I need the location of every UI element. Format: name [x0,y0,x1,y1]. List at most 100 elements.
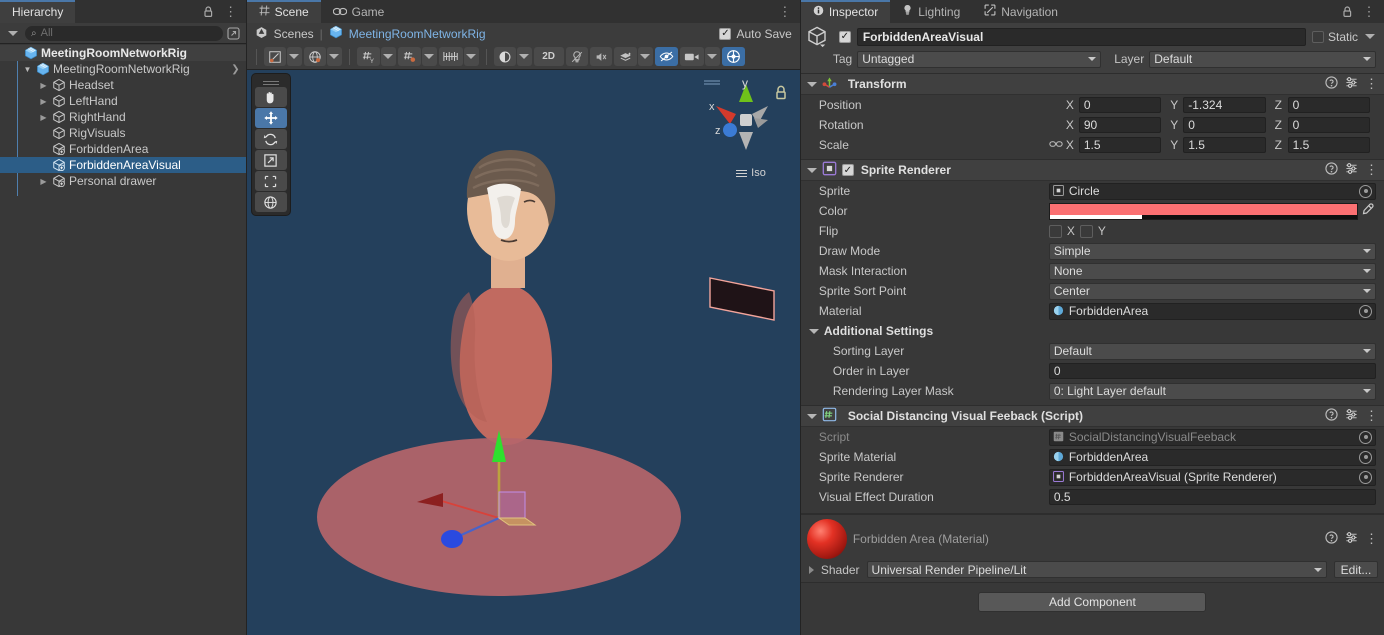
layer-dropdown[interactable]: Default [1149,50,1376,68]
gameobject-name-field[interactable]: ForbiddenAreaVisual [856,27,1306,46]
subsection-additional-settings[interactable]: Additional Settings [801,321,1384,341]
hierarchy-root-row[interactable]: MeetingRoomNetworkRig [0,45,246,61]
hierarchy-item-rigvisuals[interactable]: RigVisuals [0,125,246,141]
gizmo-projection-toggle[interactable]: Iso [736,167,766,179]
tab-hierarchy[interactable]: Hierarchy [0,0,76,23]
snap-increment-dropdown-arrow[interactable] [463,47,479,66]
draw-mode-dropdown[interactable]: Simple [1048,242,1376,260]
gizmos-icon[interactable] [721,47,745,66]
handle-global-icon[interactable] [303,47,326,66]
foldout-icon[interactable]: ▼ [22,65,33,74]
object-picker-icon[interactable] [1359,184,1372,198]
hierarchy-item-personal-drawer[interactable]: ▶ Personal drawer [0,173,246,189]
preset-icon[interactable] [1345,76,1358,92]
tab-game[interactable]: Game [321,0,397,23]
visual-effect-duration-field[interactable]: 0.5 [1048,489,1376,505]
grid-axis-icon[interactable]: Y [356,47,380,66]
scale-x-field[interactable]: 1.5 [1078,137,1162,153]
tab-lighting[interactable]: Lighting [890,0,972,23]
grid-snap-icon[interactable] [397,47,421,66]
position-y-field[interactable]: -1.324 [1183,97,1266,113]
hierarchy-item-forbiddenarea[interactable]: ForbiddenArea [0,141,246,157]
help-icon[interactable] [1325,531,1338,547]
position-z-field[interactable]: 0 [1287,97,1371,113]
auto-save-checkbox[interactable]: ✓ [719,27,732,40]
sorting-layer-dropdown[interactable]: Default [1048,342,1376,360]
auto-save-toggle[interactable]: ✓ Auto Save [719,27,792,41]
help-icon[interactable] [1325,162,1338,178]
add-component-button[interactable]: Add Component [978,591,1207,612]
hierarchy-item-forbiddenareavisual[interactable]: ForbiddenAreaVisual [0,157,246,173]
scene-orientation-gizmo[interactable]: y x z Iso [700,76,792,181]
tab-inspector[interactable]: Inspector [800,0,891,23]
flip-y-checkbox[interactable] [1079,224,1093,238]
gameobject-enabled-checkbox[interactable]: ✓ [838,30,851,43]
material-foldout-icon[interactable] [808,565,814,574]
foldout-icon[interactable] [808,328,819,334]
preset-icon[interactable] [1345,162,1358,178]
hierarchy-filter-caret-icon[interactable] [8,30,18,36]
static-toggle[interactable]: ✓ Static [1311,30,1378,44]
lock-icon[interactable] [202,5,216,19]
color-swatch-field[interactable] [1048,202,1358,220]
help-icon[interactable] [1325,76,1338,92]
breadcrumb-scene-name[interactable]: MeetingRoomNetworkRig [349,27,486,41]
rendering-layer-mask-dropdown[interactable]: 0: Light Layer default [1048,382,1376,400]
grid-snap-dropdown-arrow[interactable] [421,47,437,66]
foldout-icon[interactable]: ▶ [38,81,49,90]
foldout-icon[interactable]: ▶ [38,177,49,186]
shading-mode-dropdown-arrow[interactable] [516,47,532,66]
toggle-2d-button[interactable]: 2D [533,47,564,66]
snap-increment-icon[interactable] [438,47,463,66]
sprite-sort-point-dropdown[interactable]: Center [1048,282,1376,300]
audio-icon[interactable] [589,47,612,66]
hierarchy-item-righthand[interactable]: ▶ RightHand [0,109,246,125]
lock-icon[interactable] [1340,5,1354,19]
scale-y-field[interactable]: 1.5 [1183,137,1266,153]
foldout-icon[interactable] [806,167,817,173]
grid-axis-dropdown-arrow[interactable] [380,47,396,66]
tab-navigation[interactable]: Navigation [972,0,1070,23]
eyedropper-icon[interactable] [1358,203,1376,219]
scale-link-icon[interactable] [1049,139,1063,152]
tab-scene[interactable]: Scene [246,0,321,23]
sprite-renderer-object-field[interactable]: ForbiddenAreaVisual (Sprite Renderer) [1048,468,1376,486]
rotation-z-field[interactable]: 0 [1287,117,1371,133]
hierarchy-item-headset[interactable]: ▶ Headset [0,77,246,93]
component-menu-icon[interactable]: ⋮ [1365,409,1378,422]
position-x-field[interactable]: 0 [1078,97,1162,113]
material-object-field[interactable]: ForbiddenArea [1048,302,1376,320]
shading-mode-icon[interactable] [493,47,516,66]
breadcrumb-scenes-label[interactable]: Scenes [274,27,314,41]
object-picker-icon[interactable] [1359,304,1372,318]
help-icon[interactable] [1325,408,1338,424]
inspector-menu-icon[interactable]: ⋮ [1362,5,1376,19]
scale-z-field[interactable]: 1.5 [1287,137,1371,153]
component-menu-icon[interactable]: ⋮ [1365,163,1378,176]
sprite-object-field[interactable]: Circle [1048,182,1376,200]
foldout-icon[interactable] [806,81,817,87]
component-enabled-checkbox[interactable]: ✓ [841,164,854,176]
pivot-mode-dropdown-arrow[interactable] [286,47,302,66]
static-checkbox[interactable]: ✓ [1311,30,1324,43]
handle-space-dropdown-arrow[interactable] [326,47,342,66]
rotation-x-field[interactable]: 90 [1078,117,1162,133]
static-dropdown-arrow[interactable] [1365,34,1375,39]
rotation-y-field[interactable]: 0 [1183,117,1266,133]
flip-x-checkbox[interactable] [1048,224,1062,238]
sprite-material-object-field[interactable]: ForbiddenArea [1048,448,1376,466]
shader-dropdown[interactable]: Universal Render Pipeline/Lit [866,561,1327,578]
hierarchy-menu-icon[interactable]: ⋮ [224,5,238,19]
lighting-icon[interactable] [565,47,588,66]
scene-menu-icon[interactable]: ⋮ [778,5,792,19]
camera-dropdown-arrow[interactable] [704,47,720,66]
effects-dropdown-arrow[interactable] [637,47,653,66]
hierarchy-item-meetingroomnetworkrig[interactable]: ▼ MeetingRoomNetworkRig ❯ [0,61,246,77]
foldout-icon[interactable] [806,413,817,419]
pivot-center-icon[interactable] [263,47,286,66]
tag-dropdown[interactable]: Untagged [857,50,1102,68]
preset-icon[interactable] [1345,531,1358,547]
material-menu-icon[interactable]: ⋮ [1365,532,1378,545]
object-picker-icon[interactable] [1359,450,1372,464]
component-header-script[interactable]: Social Distancing Visual Feeback (Script… [800,406,1384,427]
